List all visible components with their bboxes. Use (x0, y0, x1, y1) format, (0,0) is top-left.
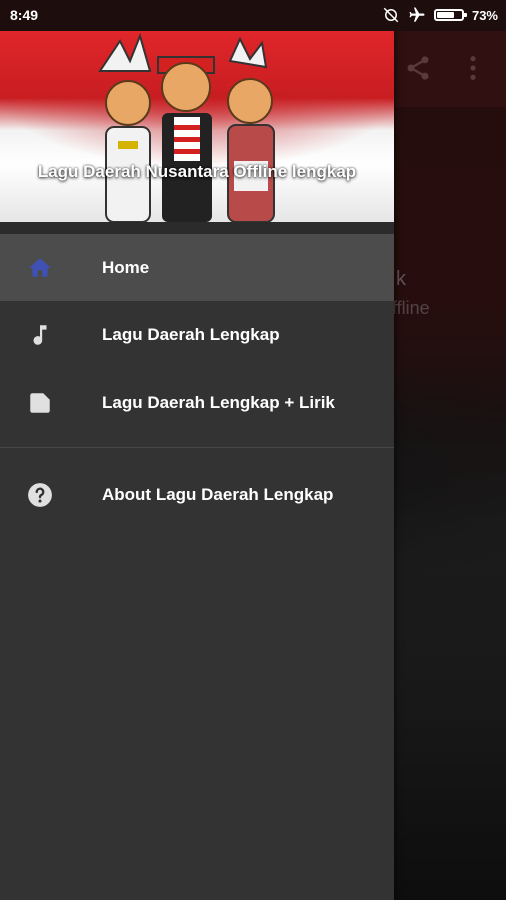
drawer-header-title: Lagu Daerah Nusantara Offline lengkap (37, 162, 357, 181)
nav-item-about[interactable]: About Lagu Daerah Lengkap (0, 461, 394, 528)
nav-item-lagu-daerah-lirik[interactable]: Lagu Daerah Lengkap + Lirik (0, 369, 394, 436)
divider (0, 447, 394, 448)
header-divider (0, 222, 394, 234)
battery-percent: 73% (471, 7, 498, 23)
header-illustration (98, 32, 275, 222)
nav-item-label: Home (102, 257, 150, 277)
nav-item-label: About Lagu Daerah Lengkap (102, 484, 334, 504)
status-bar: 8:49 73% (0, 0, 506, 31)
nav-item-label: Lagu Daerah Lengkap + Lirik (102, 392, 335, 412)
home-icon (29, 257, 51, 277)
nav-item-home[interactable]: Home (0, 234, 394, 301)
help-icon (28, 482, 52, 507)
drawer-header: Lagu Daerah Nusantara Offline lengkap (0, 31, 394, 222)
sync-off-icon (383, 7, 399, 23)
airplane-icon (409, 7, 425, 22)
note-icon (30, 392, 50, 413)
nav-item-lagu-daerah-lengkap[interactable]: Lagu Daerah Lengkap (0, 301, 394, 368)
status-icons: 73% (382, 6, 498, 24)
nav-item-label: Lagu Daerah Lengkap (102, 324, 280, 344)
music-note-icon (33, 324, 47, 345)
battery-icon (433, 9, 467, 21)
navigation-drawer: Lagu Daerah Nusantara Offline lengkap Ho… (0, 0, 394, 900)
status-time: 8:49 (10, 7, 39, 23)
